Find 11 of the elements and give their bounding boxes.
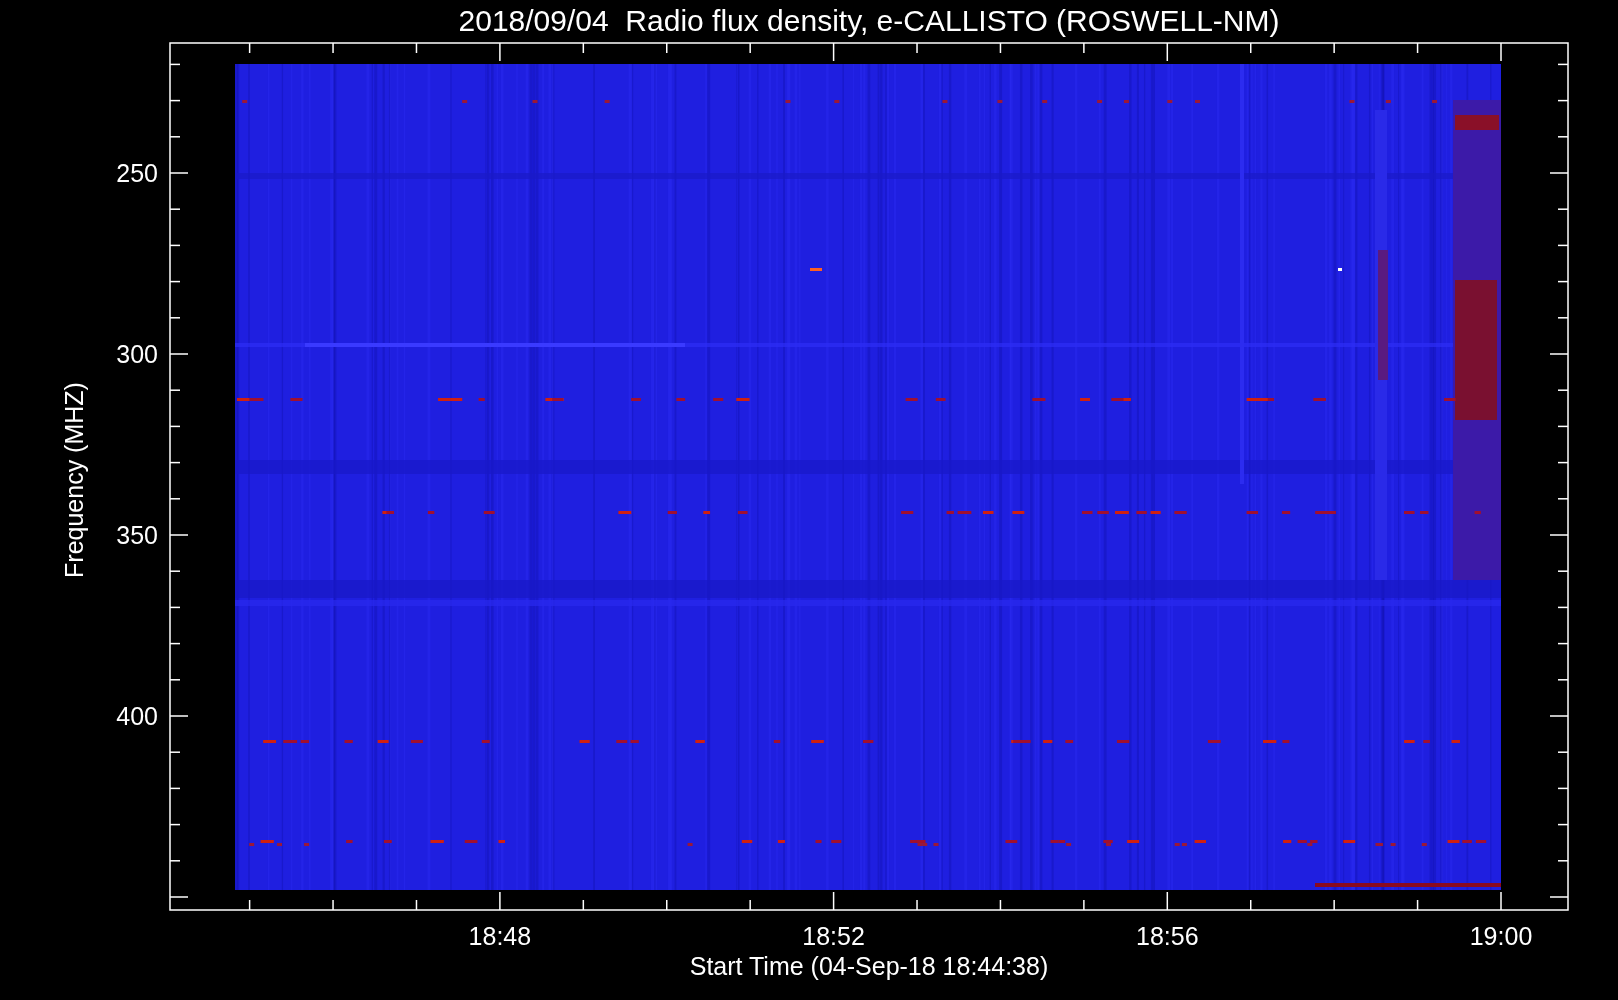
plot-title: 2018/09/04 Radio flux density, e-CALLISTO (ROSWELL-NM) (458, 4, 1280, 37)
y-tick-label: 300 (116, 340, 158, 368)
x-axis-title: Start Time (04-Sep-18 18:44:38) (689, 952, 1049, 980)
y-axis-title: Frequency (MHZ) (60, 382, 88, 578)
y-tick-label: 350 (116, 521, 158, 549)
y-tick-label: 250 (116, 159, 158, 187)
y-tick-label: 400 (116, 702, 158, 730)
x-tick-label: 18:56 (1136, 922, 1199, 950)
x-tick-label: 19:00 (1469, 922, 1533, 950)
x-tick-label: 18:52 (802, 922, 865, 950)
x-tick-label: 18:48 (468, 922, 532, 950)
